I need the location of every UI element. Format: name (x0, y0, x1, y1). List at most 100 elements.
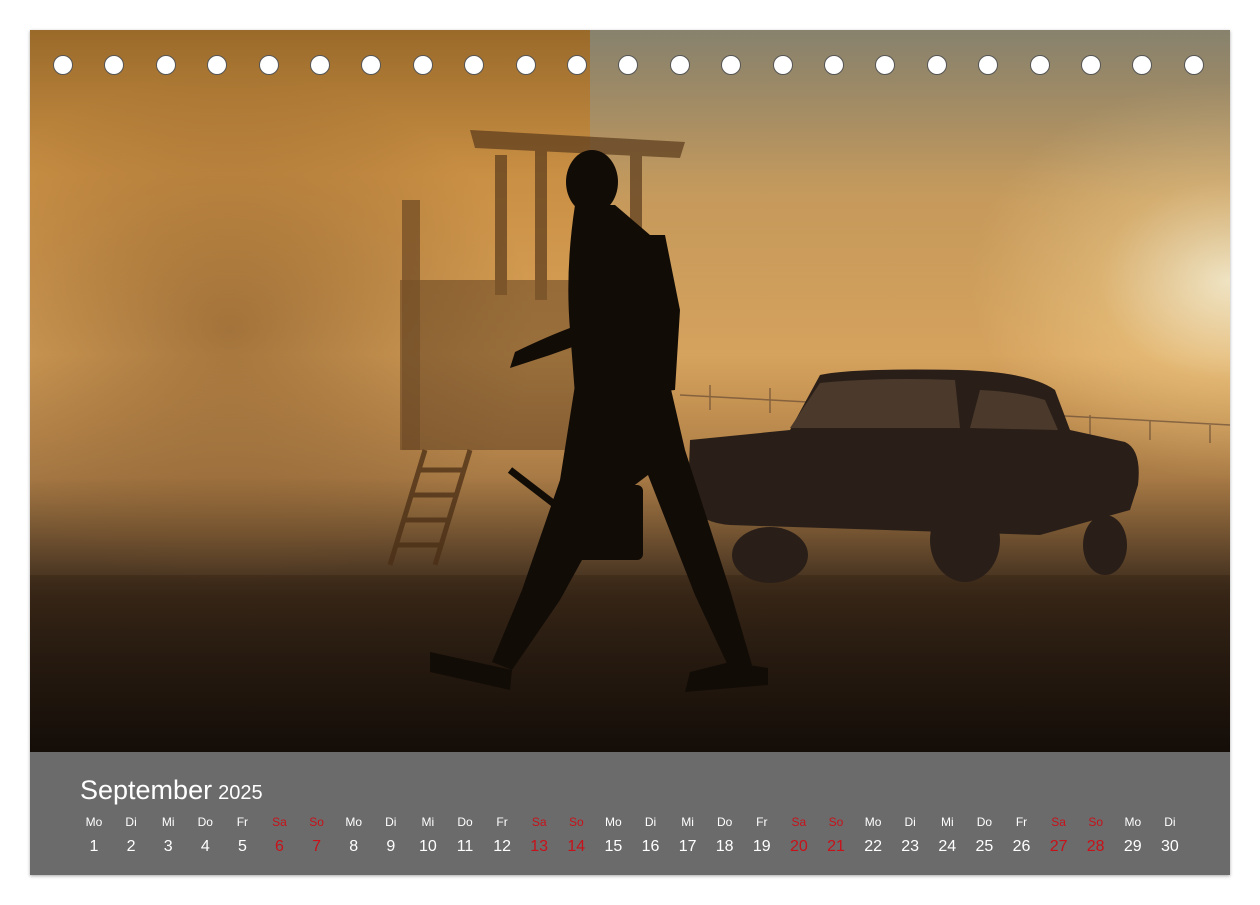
car-silhouette (688, 369, 1139, 583)
day-number: 12 (493, 838, 511, 855)
day-cell: Mi 17 (670, 815, 706, 857)
day-number: 25 (975, 838, 994, 855)
weekday-label: Fr (236, 815, 249, 829)
day-number: 14 (567, 838, 586, 855)
day-cell: Mo 15 (595, 815, 631, 857)
weekday-label: So (828, 815, 844, 829)
day-number: 19 (752, 838, 771, 855)
day-number: 29 (1123, 838, 1142, 855)
photo-silhouettes (387, 130, 1230, 692)
day-cell: Sa 13 (521, 815, 557, 857)
day-number: 17 (678, 838, 697, 855)
day-cell: Sa 27 (1041, 815, 1077, 857)
weekday-label: Mi (421, 815, 435, 829)
binding-hole (978, 55, 999, 75)
binding-hole (721, 55, 742, 75)
binding-hole (515, 55, 536, 75)
weekday-label: Mo (345, 815, 363, 829)
binding-hole (824, 55, 844, 75)
weekday-label: Fr (756, 815, 768, 829)
day-cell: Mo 29 (1115, 815, 1151, 857)
day-cell: So 14 (558, 815, 594, 857)
calendar-photo (30, 30, 1230, 752)
weekday-label: Mo (864, 815, 882, 829)
day-number: 13 (530, 838, 549, 855)
day-cell: Fr 26 (1004, 815, 1040, 857)
day-number: 22 (864, 838, 882, 855)
binding-hole (258, 55, 279, 75)
weekday-label: Do (197, 815, 213, 829)
day-number: 1 (89, 838, 99, 855)
day-cell: Mi 3 (150, 815, 186, 857)
day-cell: Sa 20 (781, 815, 817, 857)
spiral-binding (30, 30, 1230, 102)
day-number: 26 (1012, 838, 1031, 855)
day-number: 18 (715, 838, 734, 855)
binding-hole (567, 55, 587, 75)
day-number: 6 (275, 838, 284, 855)
calendar-title: September 2025 (80, 775, 263, 806)
weekday-label: Sa (791, 815, 807, 829)
weekday-label: Mi (161, 815, 175, 829)
day-cell: Mo 1 (76, 815, 112, 857)
day-cell: Mi 24 (929, 815, 965, 857)
binding-hole (104, 55, 125, 75)
day-cell: So 21 (818, 815, 854, 857)
weekday-label: Fr (1015, 815, 1028, 829)
day-cell: Do 4 (187, 815, 223, 857)
binding-hole (207, 55, 228, 75)
binding-hole (772, 55, 793, 75)
weekday-label: Di (1164, 815, 1176, 829)
binding-hole (1183, 55, 1204, 75)
weekday-label: Mo (605, 815, 622, 829)
binding-hole (669, 55, 690, 75)
day-cell: Sa 6 (262, 815, 298, 857)
day-cell: Di 30 (1152, 815, 1188, 857)
weekday-label: Sa (531, 815, 547, 829)
day-cell: Mi 10 (410, 815, 446, 857)
day-cell: Mo 22 (855, 815, 891, 857)
binding-hole (310, 55, 330, 75)
day-number: 2 (126, 838, 136, 855)
day-number: 21 (827, 838, 845, 855)
binding-hole (618, 55, 639, 75)
day-number: 4 (200, 838, 210, 855)
day-number: 10 (418, 838, 437, 855)
day-number: 9 (386, 838, 396, 855)
binding-hole (464, 55, 485, 75)
day-number: 28 (1086, 838, 1105, 855)
binding-hole (155, 55, 176, 75)
day-cell: So 28 (1078, 815, 1114, 857)
day-number: 23 (901, 838, 920, 855)
weekday-label: Do (976, 815, 993, 829)
day-number: 3 (163, 838, 173, 855)
binding-hole (875, 55, 896, 75)
weekday-label: Di (904, 815, 916, 829)
day-cell: Di 16 (633, 815, 669, 857)
day-cell: So 7 (299, 815, 335, 857)
binding-hole (926, 55, 947, 75)
binding-hole (361, 55, 382, 75)
weekday-label: So (1088, 815, 1104, 829)
day-cell: Do 25 (966, 815, 1002, 857)
day-strip: Mo 1 Di 2 Mi 3 Do 4 Fr 5 Sa 6 So 7 Mo 8 Di 9 Mi 10 Do 11 Fr 12 S… (30, 815, 1230, 865)
day-cell: Di 2 (113, 815, 149, 857)
weekday-label: So (568, 815, 584, 829)
day-number: 5 (237, 838, 247, 855)
weekday-label: Do (717, 815, 733, 829)
day-number: 27 (1049, 838, 1068, 855)
weekday-label: Di (385, 815, 397, 829)
day-cell: Mo 8 (336, 815, 372, 857)
weekday-label: Mo (1124, 815, 1142, 829)
weekday-label: Fr (496, 815, 508, 829)
month-name: September (80, 775, 213, 805)
day-cell: Do 18 (707, 815, 743, 857)
day-number: 7 (312, 838, 322, 855)
year-label: 2025 (218, 782, 263, 804)
binding-hole (1132, 55, 1153, 75)
day-cell: Fr 19 (744, 815, 780, 857)
ladder-silhouette (387, 449, 473, 566)
day-number: 20 (789, 838, 808, 855)
weekday-label: So (309, 815, 324, 829)
day-number: 30 (1160, 838, 1179, 855)
